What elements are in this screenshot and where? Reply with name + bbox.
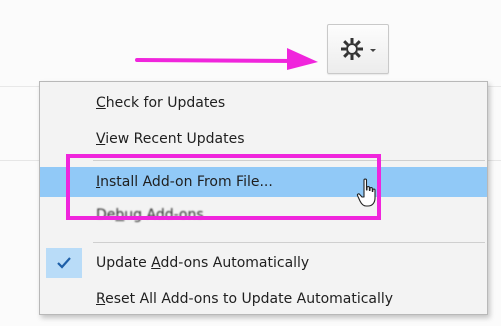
menu-item-update-addons-automatically[interactable]: Update Add-ons Automatically <box>40 248 487 278</box>
menu-item-label: Update Add-ons Automatically <box>96 255 310 271</box>
menu-separator <box>93 242 485 243</box>
addons-manager-view: Check for Updates View Recent Updates In… <box>0 0 501 326</box>
tools-gear-button[interactable] <box>327 24 389 74</box>
checkmark-cell <box>46 248 82 278</box>
annotation-highlight-box <box>66 154 381 220</box>
checkmark-icon <box>57 257 71 269</box>
hand-cursor-icon <box>356 178 376 207</box>
menu-item-view-recent-updates[interactable]: View Recent Updates <box>40 124 487 154</box>
gear-icon <box>341 38 363 60</box>
menu-item-check-for-updates[interactable]: Check for Updates <box>40 88 487 118</box>
menu-item-label: Reset All Add-ons to Update Automaticall… <box>96 291 394 307</box>
chevron-down-icon <box>370 49 376 52</box>
menu-item-label: View Recent Updates <box>96 131 245 147</box>
menu-item-label: Check for Updates <box>96 95 226 111</box>
menu-item-reset-all-addons[interactable]: Reset All Add-ons to Update Automaticall… <box>40 284 487 314</box>
annotation-arrow <box>135 48 318 70</box>
